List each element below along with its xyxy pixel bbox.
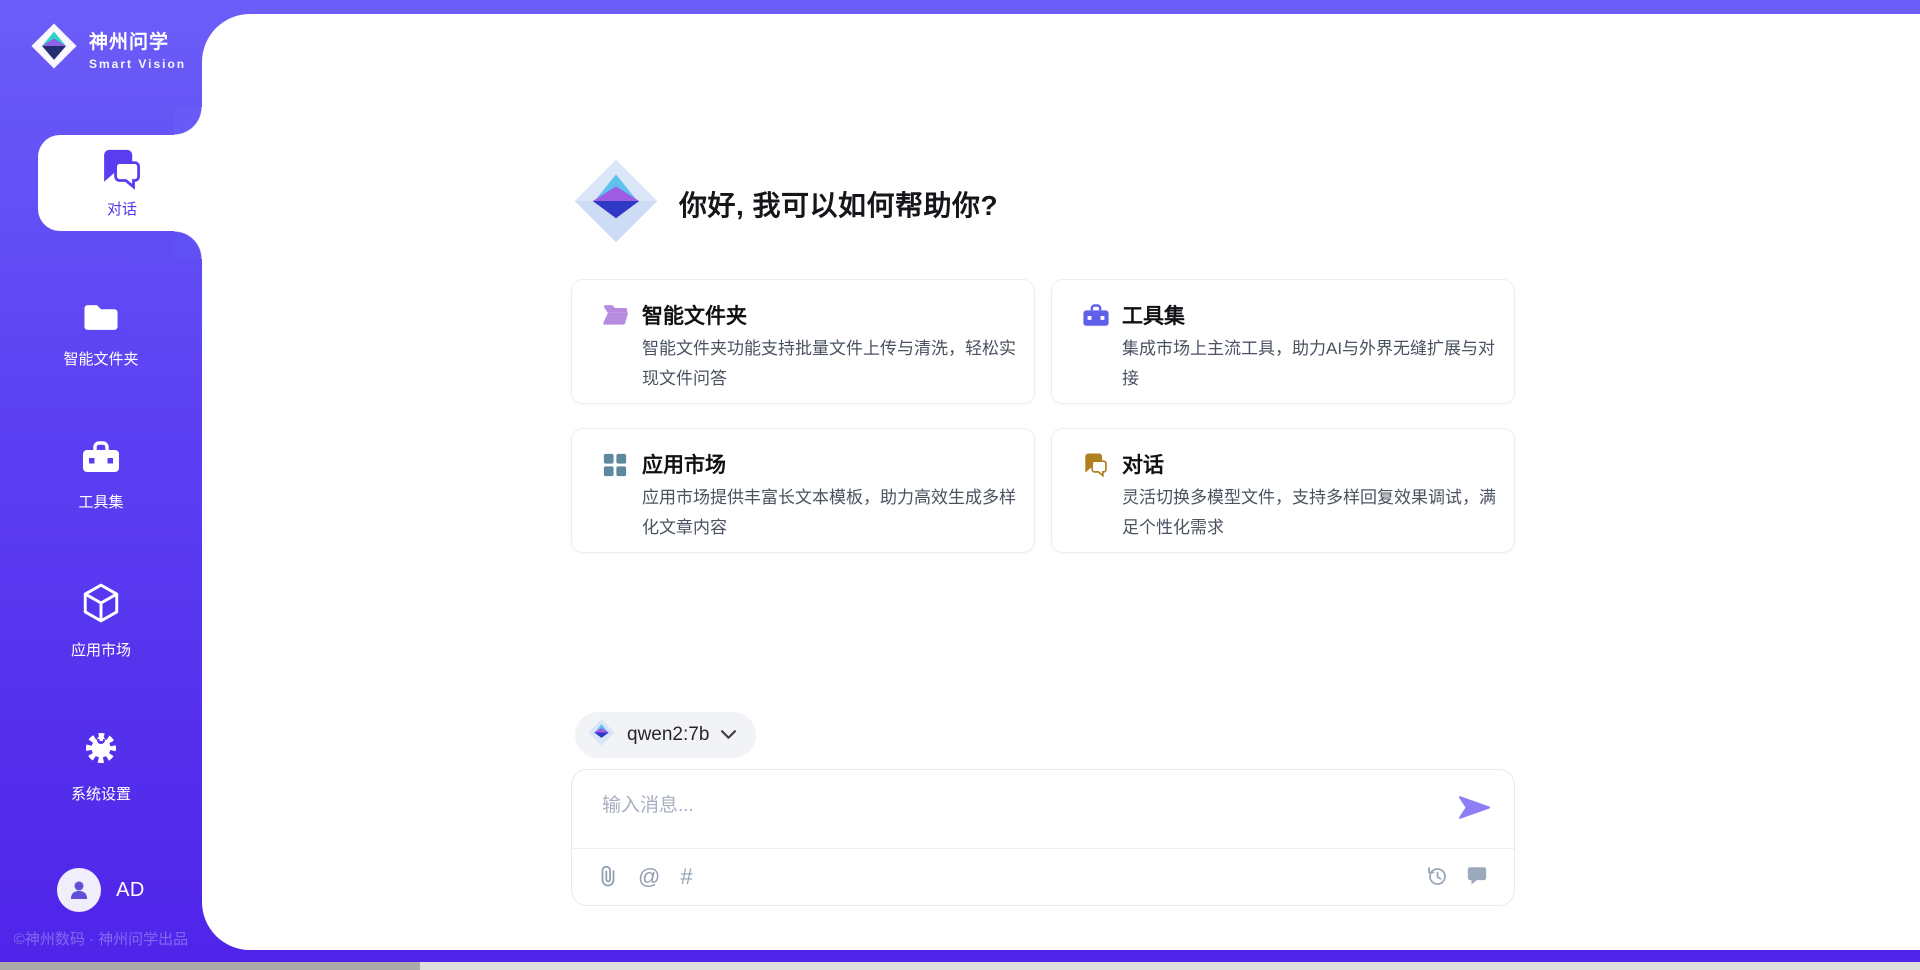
card-description: 灵活切换多模型文件，支持多样回复效果调试，满足个性化需求 — [1122, 483, 1504, 543]
sidebar-item-app-market[interactable]: 应用市场 — [0, 582, 202, 660]
person-icon — [66, 877, 92, 903]
app-window: 神州问学 Smart Vision 对话 智能文件夹 — [0, 0, 1920, 970]
tab-fillet-top — [174, 107, 202, 135]
card-title: 应用市场 — [642, 449, 726, 479]
brand-subtitle: Smart Vision — [89, 57, 186, 71]
assistant-diamond-icon — [573, 158, 659, 249]
folder-icon — [82, 320, 120, 337]
sidebar-item-label: 系统设置 — [0, 783, 202, 804]
card-title: 对话 — [1122, 449, 1164, 479]
mention-button[interactable]: @ — [638, 866, 660, 888]
card-description: 集成市场上主流工具，助力AI与外界无缝扩展与对接 — [1122, 334, 1504, 394]
card-description: 应用市场提供丰富长文本模板，助力高效生成多样化文章内容 — [642, 483, 1024, 543]
message-input[interactable] — [602, 790, 1442, 842]
toolbox-icon — [1082, 303, 1110, 334]
history-button[interactable] — [1426, 865, 1448, 890]
scrollbar-thumb[interactable] — [0, 962, 420, 970]
sidebar-item-toolset[interactable]: 工具集 — [0, 440, 202, 512]
card-chat[interactable]: 对话 灵活切换多模型文件，支持多样回复效果调试，满足个性化需求 — [1051, 428, 1515, 553]
brand-diamond-icon — [30, 22, 78, 75]
greeting-text: 你好, 我可以如何帮助你? — [679, 184, 998, 224]
sidebar-item-chat[interactable]: 对话 — [38, 135, 206, 231]
paperclip-icon — [598, 865, 618, 890]
avatar — [57, 868, 101, 912]
card-title: 工具集 — [1122, 300, 1185, 330]
brand: 神州问学 Smart Vision — [30, 22, 186, 75]
model-selector[interactable]: qwen2:7b — [575, 712, 756, 758]
feature-cards: 智能文件夹 智能文件夹功能支持批量文件上传与清洗，轻松实现文件问答 工具集 集成… — [571, 279, 1515, 553]
model-selector-value: qwen2:7b — [627, 724, 709, 746]
cube-icon — [80, 611, 122, 628]
history-icon — [1426, 865, 1448, 890]
brand-name: 神州问学 — [89, 27, 186, 54]
sidebar-item-label: 工具集 — [0, 491, 202, 512]
message-icon — [1466, 865, 1488, 889]
horizontal-scrollbar[interactable] — [0, 962, 1920, 970]
sidebar-item-smart-folder[interactable]: 智能文件夹 — [0, 302, 202, 369]
send-button[interactable] — [1459, 794, 1490, 824]
sidebar-item-label: 智能文件夹 — [0, 348, 202, 369]
chat-bubbles-icon — [1082, 452, 1110, 483]
hash-icon: # — [680, 866, 692, 888]
card-description: 智能文件夹功能支持批量文件上传与清洗，轻松实现文件问答 — [642, 334, 1024, 394]
card-smart-folder[interactable]: 智能文件夹 智能文件夹功能支持批量文件上传与清洗，轻松实现文件问答 — [571, 279, 1035, 404]
sidebar-item-label: 应用市场 — [0, 639, 202, 660]
composer: @ # — [571, 769, 1515, 906]
user-profile[interactable]: AD — [0, 868, 202, 912]
sidebar-item-label: 对话 — [38, 198, 206, 219]
folder-open-icon — [602, 303, 630, 331]
send-icon — [1459, 809, 1490, 824]
brand-diamond-icon — [588, 719, 615, 751]
card-app-market[interactable]: 应用市场 应用市场提供丰富长文本模板，助力高效生成多样化文章内容 — [571, 428, 1035, 553]
chevron-down-icon — [721, 726, 736, 744]
greeting: 你好, 我可以如何帮助你? — [573, 158, 998, 249]
app-grid-icon — [602, 452, 628, 483]
composer-toolbar: @ # — [572, 848, 1514, 905]
tab-fillet-bottom — [174, 231, 202, 259]
user-name: AD — [116, 879, 145, 902]
chat-bubbles-icon — [99, 178, 145, 195]
copyright: ©神州数码 · 神州问学出品 — [0, 928, 202, 949]
sidebar-item-settings[interactable]: 系统设置 — [0, 728, 202, 804]
toolbox-icon — [81, 463, 121, 480]
message-mode-button[interactable] — [1466, 865, 1488, 889]
card-toolset[interactable]: 工具集 集成市场上主流工具，助力AI与外界无缝扩展与对接 — [1051, 279, 1515, 404]
card-title: 智能文件夹 — [642, 300, 747, 330]
gear-icon — [81, 755, 121, 772]
attach-file-button[interactable] — [598, 865, 618, 890]
topic-button[interactable]: # — [680, 866, 692, 888]
at-sign-icon: @ — [638, 866, 660, 888]
